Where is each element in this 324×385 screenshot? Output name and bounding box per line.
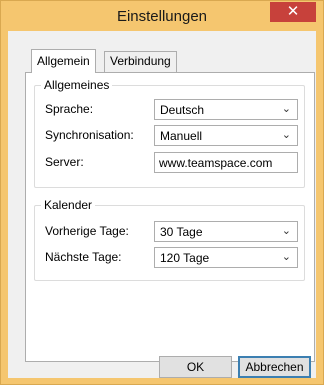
language-value: Deutsch: [160, 103, 205, 117]
chevron-down-icon: ⌄: [281, 129, 291, 141]
tab-panel-general: Allgemeines Sprache: Deutsch ⌄ Synchroni…: [25, 72, 315, 362]
previous-days-value: 30 Tage: [160, 225, 203, 239]
tab-general[interactable]: Allgemein: [31, 49, 96, 73]
group-calendar: Kalender Vorherige Tage: 30 Tage ⌄ Nächs…: [34, 198, 305, 281]
settings-window: Einstellungen ✕ Allgemein Verbindung All…: [0, 0, 324, 385]
sync-label: Synchronisation:: [45, 128, 134, 142]
chevron-down-icon: ⌄: [281, 251, 291, 263]
next-days-label: Nächste Tage:: [45, 250, 122, 264]
sync-select[interactable]: Manuell ⌄: [154, 125, 298, 146]
close-button[interactable]: ✕: [270, 2, 316, 22]
previous-days-select[interactable]: 30 Tage ⌄: [154, 221, 298, 242]
group-general-legend: Allgemeines: [41, 78, 113, 92]
title-bar[interactable]: Einstellungen ✕: [1, 1, 323, 31]
chevron-down-icon: ⌄: [281, 225, 291, 237]
previous-days-label: Vorherige Tage:: [45, 224, 129, 238]
sync-value: Manuell: [160, 129, 203, 143]
close-icon: ✕: [286, 3, 300, 20]
tab-connection[interactable]: Verbindung: [104, 51, 177, 72]
chevron-down-icon: ⌄: [281, 103, 291, 115]
next-days-select[interactable]: 120 Tage ⌄: [154, 247, 298, 268]
server-label: Server:: [45, 155, 84, 169]
cancel-button[interactable]: Abbrechen: [238, 356, 311, 378]
language-select[interactable]: Deutsch ⌄: [154, 99, 298, 120]
dialog-client-area: Allgemein Verbindung Allgemeines Sprache…: [8, 31, 316, 378]
group-general: Allgemeines Sprache: Deutsch ⌄ Synchroni…: [34, 78, 305, 188]
server-input[interactable]: [154, 152, 298, 173]
next-days-value: 120 Tage: [160, 251, 210, 265]
ok-button[interactable]: OK: [159, 356, 232, 378]
group-calendar-legend: Kalender: [41, 198, 96, 212]
language-label: Sprache:: [45, 102, 94, 116]
